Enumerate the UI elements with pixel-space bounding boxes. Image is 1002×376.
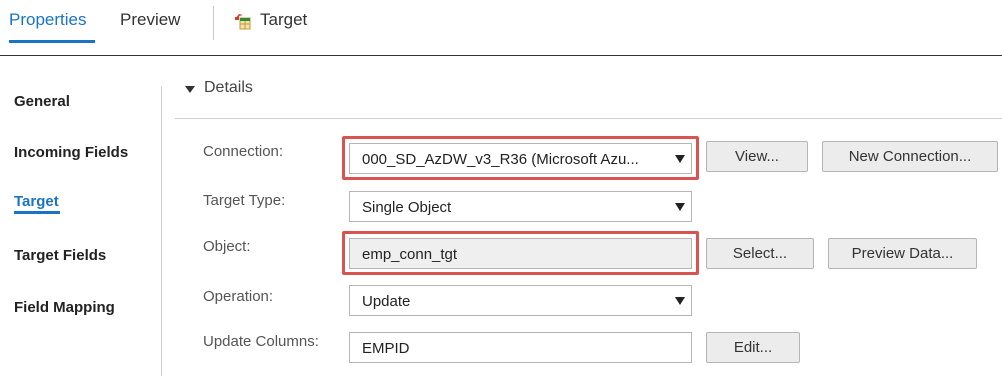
nav-item-target[interactable]: Target — [14, 193, 59, 210]
update-columns-label: Update Columns: — [203, 333, 319, 350]
tab-target[interactable]: Target — [260, 10, 307, 30]
object-label: Object: — [203, 238, 251, 255]
update-columns-field[interactable]: EMPID — [349, 332, 692, 363]
target-type-value: Single Object — [362, 199, 452, 216]
update-columns-value: EMPID — [362, 340, 410, 357]
tab-properties[interactable]: Properties — [9, 10, 86, 30]
edit-update-columns-button[interactable]: Edit... — [706, 332, 800, 363]
nav-item-incoming-fields[interactable]: Incoming Fields — [14, 144, 128, 161]
view-connection-button[interactable]: View... — [706, 141, 808, 172]
target-table-icon — [235, 14, 251, 30]
dropdown-arrow-icon — [675, 297, 685, 305]
preview-data-button[interactable]: Preview Data... — [828, 238, 977, 269]
target-type-label: Target Type: — [203, 192, 286, 209]
tab-preview[interactable]: Preview — [120, 10, 180, 30]
caret-down-icon — [185, 86, 195, 93]
select-object-button[interactable]: Select... — [706, 238, 814, 269]
tab-divider — [213, 6, 214, 40]
tab-bar: Properties Preview Target — [0, 0, 1002, 56]
operation-label: Operation: — [203, 288, 274, 305]
connection-select[interactable]: 000_SD_AzDW_v3_R36 (Microsoft Azu... — [349, 143, 692, 174]
operation-select[interactable]: Update — [349, 285, 692, 316]
target-type-select[interactable]: Single Object — [349, 191, 692, 222]
new-connection-button[interactable]: New Connection... — [822, 141, 998, 172]
object-field: emp_conn_tgt — [349, 238, 692, 269]
operation-value: Update — [362, 293, 411, 310]
connection-label: Connection: — [203, 143, 284, 160]
details-header: Details — [204, 79, 253, 96]
nav-item-field-mapping[interactable]: Field Mapping — [14, 299, 115, 316]
nav-item-target-fields[interactable]: Target Fields — [14, 247, 106, 264]
details-divider — [175, 118, 1002, 119]
nav-item-general[interactable]: General — [14, 93, 70, 110]
nav-divider — [161, 86, 162, 376]
tab-properties-underline — [9, 40, 95, 43]
nav-active-underline — [14, 211, 60, 214]
connection-value: 000_SD_AzDW_v3_R36 (Microsoft Azu... — [362, 151, 639, 168]
object-value: emp_conn_tgt — [362, 246, 458, 263]
dropdown-arrow-icon — [675, 155, 685, 163]
dropdown-arrow-icon — [675, 203, 685, 211]
